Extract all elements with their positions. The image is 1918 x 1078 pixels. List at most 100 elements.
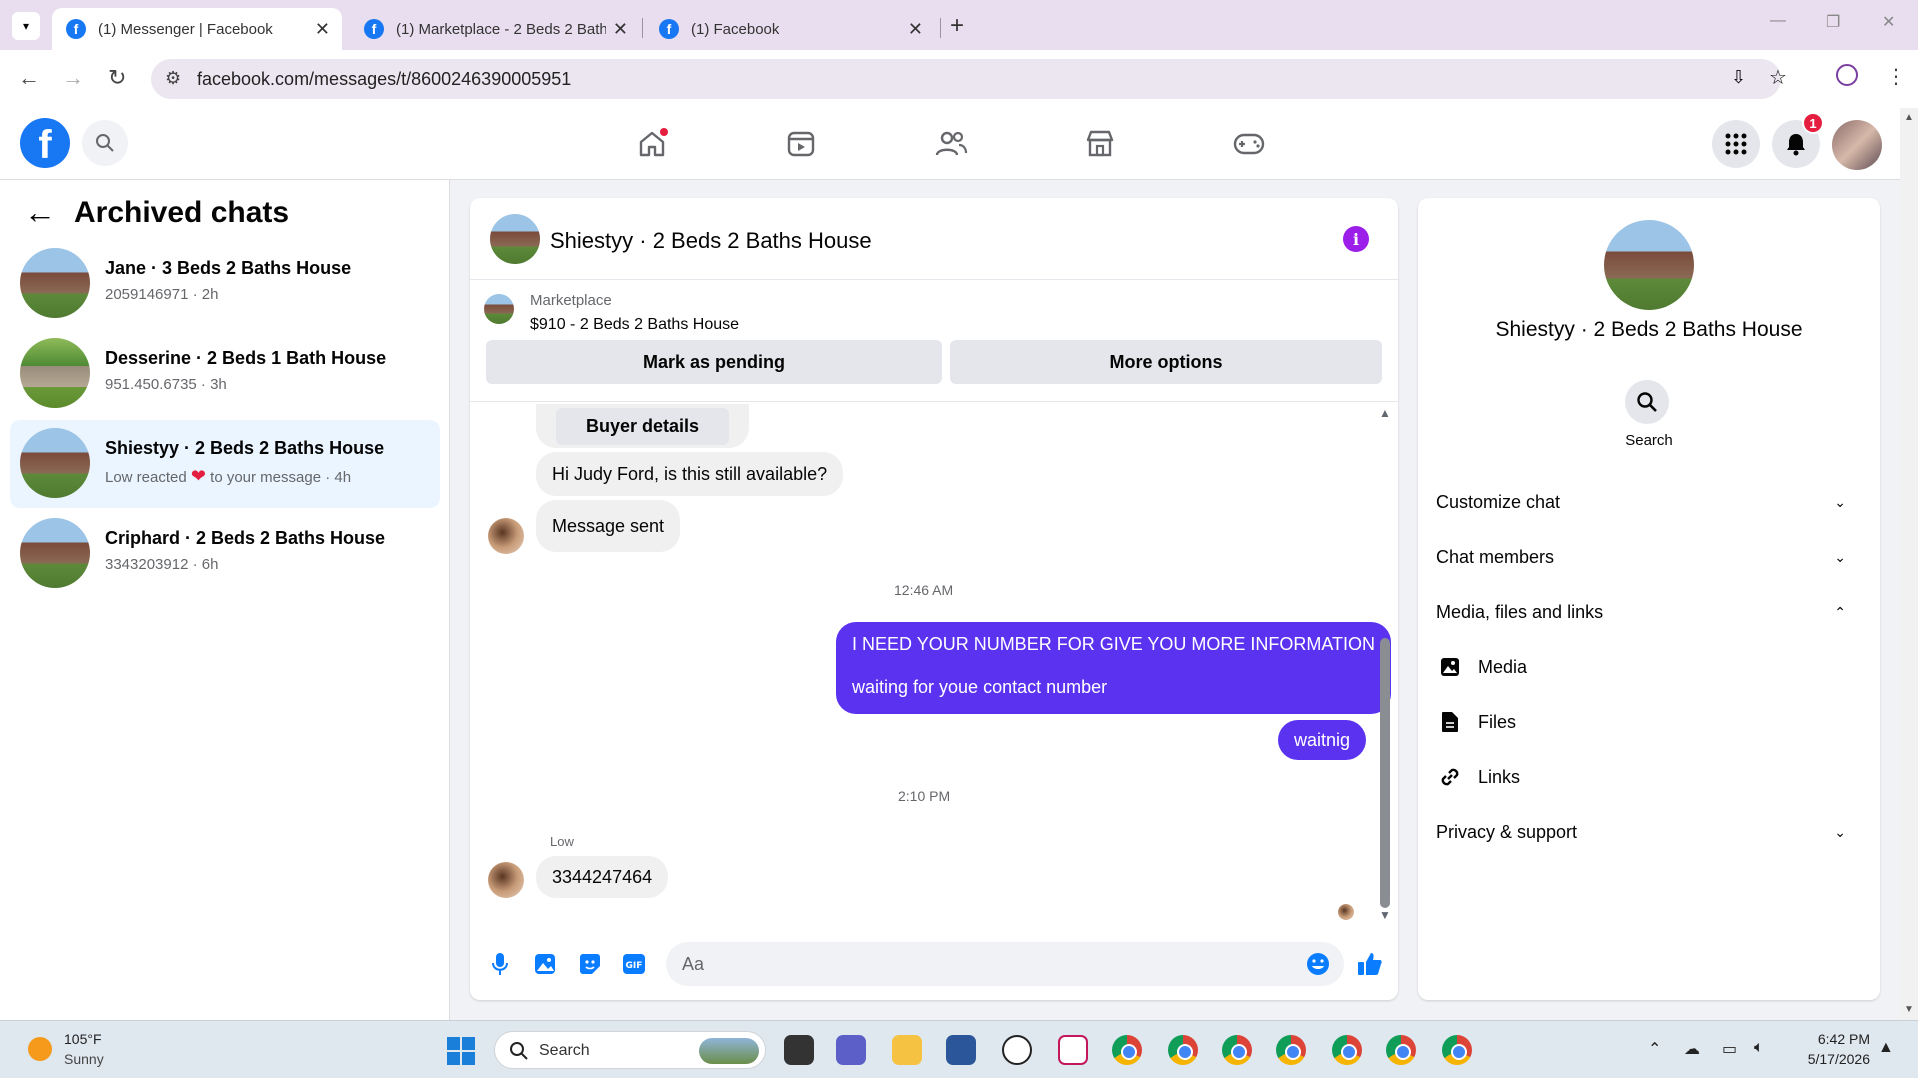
friends-nav-button[interactable]: [929, 122, 973, 166]
back-arrow-icon[interactable]: ←: [18, 65, 40, 91]
facebook-logo-icon[interactable]: f: [20, 118, 70, 168]
close-tab-icon[interactable]: ✕: [315, 19, 330, 40]
conversation-preview: 951.450.6735 · 3h: [105, 376, 227, 393]
customize-chat-row[interactable]: Customize chat ⌄: [1436, 480, 1862, 524]
attach-photo-button[interactable]: [531, 950, 559, 978]
scroll-up-arrow-icon[interactable]: ▲: [1904, 112, 1914, 123]
conversation-item[interactable]: Jane · 3 Beds 2 Baths House 2059146971 ·…: [10, 240, 440, 328]
links-row[interactable]: Links: [1438, 755, 1858, 799]
sun-icon[interactable]: [28, 1037, 52, 1061]
preview-suffix: to your message · 4h: [210, 469, 352, 486]
url-field[interactable]: ⚙ facebook.com/messages/t/86002463900059…: [151, 59, 1787, 99]
chrome-icon[interactable]: [1168, 1035, 1198, 1065]
network-icon[interactable]: ▭: [1722, 1039, 1737, 1059]
files-row[interactable]: Files: [1438, 700, 1858, 744]
media-row[interactable]: Media: [1438, 645, 1858, 689]
close-tab-icon[interactable]: ✕: [908, 19, 923, 40]
facebook-search-button[interactable]: [82, 120, 128, 166]
reload-icon[interactable]: ↻: [108, 65, 126, 91]
like-button[interactable]: [1356, 950, 1384, 978]
notification-bell-icon[interactable]: ▲: [1878, 1039, 1894, 1057]
conversation-item[interactable]: Desserine · 2 Beds 1 Bath House 951.450.…: [10, 330, 440, 418]
close-tab-icon[interactable]: ✕: [613, 19, 628, 40]
marketplace-nav-button[interactable]: [1078, 122, 1122, 166]
windows-start-icon[interactable]: [447, 1037, 475, 1065]
site-info-icon[interactable]: ⚙: [165, 68, 181, 89]
buyer-details-button[interactable]: Buyer details: [556, 407, 730, 445]
scroll-down-arrow-icon[interactable]: ▼: [1904, 1004, 1914, 1015]
taskbar-search-box[interactable]: Search: [494, 1031, 766, 1069]
chrome-icon[interactable]: [1222, 1035, 1252, 1065]
search-in-conversation-button[interactable]: [1625, 380, 1669, 424]
weather-description[interactable]: Sunny: [64, 1051, 104, 1067]
gif-button[interactable]: GIF: [620, 950, 648, 978]
tab-marketplace[interactable]: f (1) Marketplace - 2 Beds 2 Bath ✕: [350, 8, 640, 50]
chrome-icon[interactable]: [1386, 1035, 1416, 1065]
word-icon[interactable]: [946, 1035, 976, 1065]
sticker-button[interactable]: [576, 950, 604, 978]
forward-arrow-icon[interactable]: →: [62, 65, 84, 91]
close-window-icon[interactable]: ✕: [1882, 12, 1895, 32]
windows-taskbar: 105°F Sunny Search ⌃ ☁ ▭ 🔈︎ 6:42 PM 5/17…: [0, 1020, 1918, 1078]
chrome-icon[interactable]: [1332, 1035, 1362, 1065]
conversation-item[interactable]: Criphard · 2 Beds 2 Baths House 33432039…: [10, 510, 440, 598]
chrome-icon[interactable]: [1276, 1035, 1306, 1065]
chat-scrollbar-thumb[interactable]: [1380, 638, 1390, 908]
media-files-links-row[interactable]: Media, files and links ⌃: [1436, 590, 1862, 634]
mark-as-pending-button[interactable]: Mark as pending: [486, 340, 942, 384]
home-nav-button[interactable]: [630, 122, 674, 166]
row-label: Media, files and links: [1436, 601, 1604, 622]
chrome-icon[interactable]: [1442, 1035, 1472, 1065]
new-tab-button[interactable]: +: [950, 12, 964, 40]
chat-members-row[interactable]: Chat members ⌄: [1436, 535, 1862, 579]
meet-icon[interactable]: [836, 1035, 866, 1065]
scroll-down-arrow-icon[interactable]: ▼: [1379, 908, 1391, 922]
chrome-icon[interactable]: [1112, 1035, 1142, 1065]
chat-avatar[interactable]: [490, 214, 540, 264]
browser-menu-icon[interactable]: ⋮: [1886, 64, 1906, 89]
volume-icon[interactable]: 🔈︎: [1754, 1039, 1764, 1057]
gaming-nav-button[interactable]: [1227, 122, 1271, 166]
tab-search-menu-button[interactable]: ▾: [12, 12, 40, 40]
profile-icon[interactable]: [1836, 64, 1858, 86]
conversation-name: Jane · 3 Beds 2 Baths House: [105, 258, 352, 278]
video-icon: [787, 131, 815, 157]
back-arrow-icon[interactable]: ←: [24, 194, 56, 231]
install-app-icon[interactable]: ⇩: [1731, 67, 1746, 88]
preview-prefix: Low reacted: [105, 469, 187, 486]
video-nav-button[interactable]: [779, 122, 823, 166]
tab-separator: [940, 18, 941, 38]
message-placeholder: Aa: [682, 954, 705, 974]
privacy-support-row[interactable]: Privacy & support ⌄: [1436, 810, 1862, 854]
conversation-avatar-large[interactable]: [1604, 220, 1694, 310]
conversation-item-selected[interactable]: Shiestyy · 2 Beds 2 Baths House Low reac…: [10, 420, 440, 508]
info-icon[interactable]: i: [1343, 226, 1369, 252]
chevron-up-icon[interactable]: ⌃: [1648, 1039, 1661, 1059]
minimize-icon[interactable]: —: [1770, 12, 1786, 30]
message-input[interactable]: Aa: [666, 942, 1344, 986]
chevron-down-icon: ⌄: [1834, 548, 1846, 565]
scroll-up-arrow-icon[interactable]: ▲: [1379, 406, 1391, 420]
task-view-icon[interactable]: [784, 1035, 814, 1065]
voice-clip-button[interactable]: [486, 950, 514, 978]
chatgpt-icon[interactable]: [1002, 1035, 1032, 1065]
tab-messenger[interactable]: f (1) Messenger | Facebook ✕: [52, 8, 342, 50]
tab-facebook[interactable]: f (1) Facebook ✕: [645, 8, 935, 50]
weather-temperature[interactable]: 105°F: [64, 1031, 102, 1047]
listing-title[interactable]: $910 - 2 Beds 2 Baths House: [530, 316, 739, 334]
file-explorer-icon[interactable]: [892, 1035, 922, 1065]
onedrive-icon[interactable]: ☁: [1684, 1039, 1700, 1059]
restore-icon[interactable]: ❐: [1826, 12, 1840, 32]
chat-title[interactable]: Shiestyy · 2 Beds 2 Baths House: [550, 228, 872, 254]
account-avatar[interactable]: [1832, 120, 1882, 170]
page-scrollbar[interactable]: ▲ ▼: [1900, 108, 1918, 1020]
marketplace-listing-bar: Marketplace $910 - 2 Beds 2 Baths House …: [470, 280, 1398, 402]
more-options-button[interactable]: More options: [950, 340, 1382, 384]
bookmark-star-icon[interactable]: ☆: [1769, 65, 1787, 90]
clock-date[interactable]: 5/17/2026: [1790, 1051, 1870, 1067]
conversation-avatar: [20, 248, 90, 318]
snipping-tool-icon[interactable]: [1058, 1035, 1088, 1065]
emoji-icon[interactable]: [1306, 952, 1330, 976]
clock-time[interactable]: 6:42 PM: [1800, 1031, 1870, 1047]
menu-button[interactable]: [1712, 120, 1760, 168]
